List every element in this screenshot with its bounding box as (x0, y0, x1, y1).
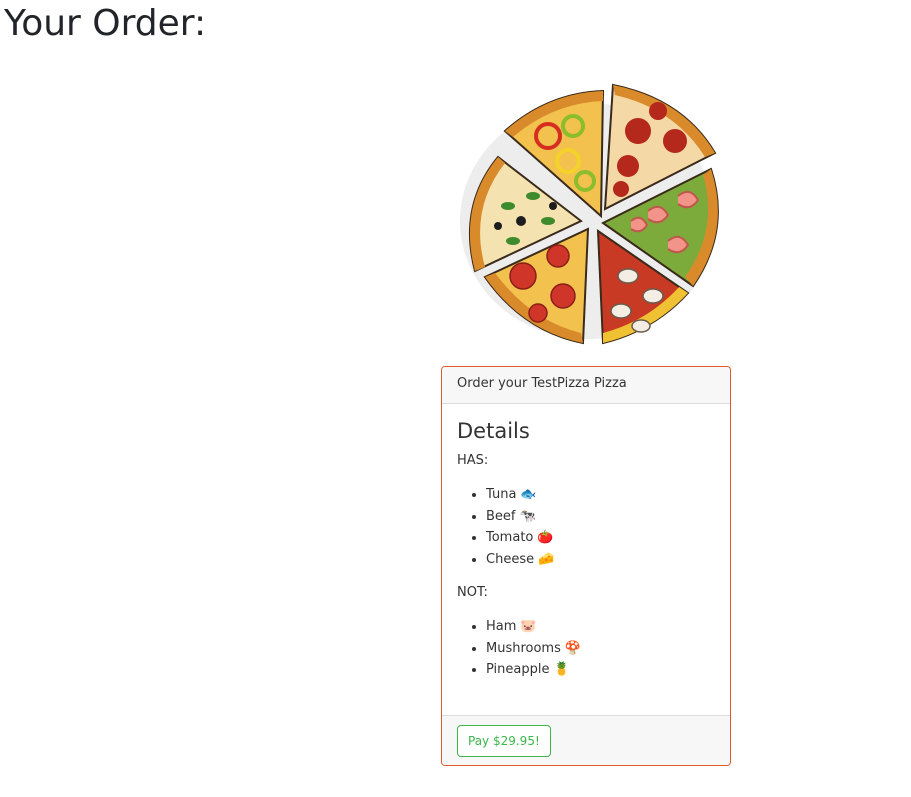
card-body: Details HAS: Tuna🐟 Beef🐄 Tomato🍅 Cheese🧀… (442, 404, 730, 717)
ingredient-label: Mushrooms (486, 640, 561, 656)
list-item: Mushrooms🍄 (486, 638, 715, 660)
ingredient-label: Tomato (486, 530, 534, 545)
pay-button[interactable]: Pay $29.95! (457, 725, 551, 757)
list-item: Beef🐄 (486, 506, 715, 528)
list-item: Pineapple🍍 (486, 659, 715, 681)
has-ingredients-list: Tuna🐟 Beef🐄 Tomato🍅 Cheese🧀 (457, 484, 715, 570)
list-item: Tomato🍅 (486, 527, 715, 549)
not-ingredients-list: Ham🐷 Mushrooms🍄 Pineapple🍍 (457, 616, 715, 681)
cheese-icon: 🧀 (538, 551, 555, 567)
details-title: Details (457, 419, 530, 443)
not-label: NOT: (457, 585, 488, 600)
pizza-image (460, 83, 719, 345)
cow-icon: 🐄 (519, 508, 536, 524)
ingredient-label: Beef (486, 508, 516, 524)
pig-icon: 🐷 (520, 619, 537, 634)
fish-icon: 🐟 (520, 487, 537, 502)
list-item: Tuna🐟 (486, 484, 715, 506)
card-header: Order your TestPizza Pizza (442, 367, 730, 404)
tomato-icon: 🍅 (537, 530, 554, 545)
order-card: Order your TestPizza Pizza Details HAS: … (441, 366, 731, 766)
has-label: HAS: (457, 453, 489, 468)
ingredient-label: Cheese (486, 551, 535, 567)
mushroom-icon: 🍄 (564, 640, 582, 656)
ingredient-label: Ham (486, 619, 517, 634)
card-footer: Pay $29.95! (442, 715, 730, 765)
page-title: Your Order: (4, 3, 207, 44)
ingredient-label: Pineapple (486, 662, 550, 677)
list-item: Cheese🧀 (486, 549, 715, 571)
pineapple-icon: 🍍 (553, 662, 570, 677)
list-item: Ham🐷 (486, 616, 715, 638)
ingredient-label: Tuna (486, 487, 517, 502)
